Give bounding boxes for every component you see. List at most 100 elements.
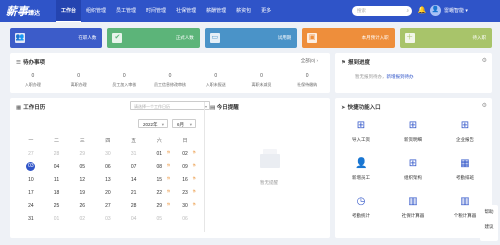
todo-all-link[interactable]: 全部(0) › xyxy=(301,58,318,64)
id-card-icon: ▭ xyxy=(209,33,220,43)
suggest-button[interactable]: 建议 xyxy=(480,224,498,230)
calendar-day[interactable]: 31 xyxy=(18,216,44,222)
stat-card[interactable]: ＋ 待入职 xyxy=(399,28,493,48)
stat-card[interactable]: 👥 在职人数 xyxy=(10,28,103,48)
calendar-day[interactable]: 21 xyxy=(121,190,147,196)
gear-icon[interactable]: ⚙ xyxy=(482,57,487,64)
day-number: 31 xyxy=(130,150,137,157)
quick-entry-label: 组织架构 xyxy=(404,175,422,180)
calendar-day[interactable]: 08 休 xyxy=(146,162,172,170)
calendar-day[interactable]: 09 休 xyxy=(172,163,198,170)
rest-day-badge: 休 xyxy=(167,162,171,167)
quick-entry-item[interactable]: ⊞ 导入工资 xyxy=(335,116,387,154)
quick-entry-item[interactable]: ⊞ 企业报告 xyxy=(439,116,491,154)
calendar-day[interactable]: 31 xyxy=(121,151,147,157)
calendar-day[interactable]: 01 休 xyxy=(146,150,172,157)
nav-item[interactable]: 工作台 xyxy=(56,0,82,22)
calendar-day[interactable]: 17 xyxy=(18,190,44,196)
calendar-day[interactable]: 28 xyxy=(121,203,147,209)
calendar-day[interactable]: 06 xyxy=(95,164,121,170)
calendar-day[interactable]: 03 xyxy=(95,216,121,222)
calendar-day[interactable]: 02 xyxy=(69,216,95,222)
calendar-day[interactable]: 23 休 xyxy=(172,189,198,196)
help-button[interactable]: 帮助 xyxy=(480,209,498,215)
calendar-day[interactable]: 04 xyxy=(44,164,70,170)
quick-entry-item[interactable]: 👤 新增员工 xyxy=(335,154,387,192)
todo-item[interactable]: 0 员工加入审核 xyxy=(101,73,147,88)
calendar-day[interactable]: 29 休 xyxy=(146,202,172,209)
calendar-day[interactable]: 11 xyxy=(44,177,70,183)
logo[interactable]: 薪事臻达 xyxy=(6,3,52,19)
todo-item[interactable]: 0 入职办理 xyxy=(10,73,56,88)
year-select[interactable]: 2022年 ▾ xyxy=(138,119,168,128)
calendar-day[interactable]: 01 xyxy=(44,216,70,222)
calendar-day[interactable]: 18 xyxy=(44,190,70,196)
nav-item[interactable]: 更多 xyxy=(256,0,276,22)
day-number: 01 xyxy=(156,150,163,157)
nav-item[interactable]: 社保管理 xyxy=(171,0,201,22)
calendar-day[interactable]: 27 xyxy=(95,203,121,209)
calendar-day[interactable]: 14 xyxy=(121,177,147,183)
nav-item[interactable]: 时间管理 xyxy=(141,0,171,22)
todo-item[interactable]: 0 离职未减员 xyxy=(239,73,285,88)
calendar-day[interactable]: 25 xyxy=(44,203,70,209)
nav-item[interactable]: 组织管理 xyxy=(81,0,111,22)
calendar-day[interactable]: 07 xyxy=(121,164,147,170)
month-select[interactable]: 6月 ▾ xyxy=(172,119,196,128)
add-onboard-link[interactable]: 新增报到待办 xyxy=(387,74,414,79)
todo-item[interactable]: 0 入职未报送 xyxy=(193,73,239,88)
quick-entry-item[interactable]: ▥ 社保计算器 xyxy=(387,192,439,230)
calendar-week: 17 18 19 20 21 22 休 23 休 xyxy=(18,186,198,199)
calendar-day[interactable]: 19 xyxy=(69,190,95,196)
main-nav: 工作台 组织管理 员工管理 时间管理 社保管理 薪酬管理 薪资包 更多 xyxy=(56,0,276,22)
nav-item[interactable]: 薪酬管理 xyxy=(201,0,231,22)
quick-entry-label: 社保计算器 xyxy=(401,213,425,218)
chevron-down-icon: ▾ xyxy=(189,122,192,127)
search-input[interactable]: 搜索 ⌕ xyxy=(352,6,412,16)
calendar-day[interactable]: 30 休 xyxy=(172,202,198,209)
calendar-day[interactable]: 24 xyxy=(18,203,44,209)
gear-icon[interactable]: ⚙ xyxy=(482,102,487,109)
calendar-day[interactable]: 30 xyxy=(95,151,121,157)
calendar-day[interactable]: 13 xyxy=(95,177,121,183)
calendar-day[interactable]: 02 休 xyxy=(172,150,198,157)
nav-item[interactable]: 薪资包 xyxy=(231,0,256,22)
calendar-day[interactable]: 04 xyxy=(121,216,147,222)
calendar-day[interactable]: 28 xyxy=(44,151,70,157)
calculator-icon: ▥ xyxy=(460,196,470,207)
calendar-day[interactable]: 27 xyxy=(18,151,44,157)
stat-card[interactable]: ✔ 正式人数 xyxy=(107,28,200,48)
rest-day-badge: 休 xyxy=(167,175,171,180)
calendar-select[interactable]: 请选择一个工作日历 ▾ xyxy=(130,101,210,110)
quick-entry-item[interactable]: ⊞ 新资明细 xyxy=(387,116,439,154)
calendar-day[interactable]: 12 xyxy=(69,177,95,183)
calendar-day[interactable]: 05 xyxy=(146,216,172,222)
calendar-day[interactable]: 16 休 xyxy=(172,176,198,183)
calendar-day[interactable]: 26 xyxy=(69,203,95,209)
todo-item[interactable]: 0 员工信息修改审核 xyxy=(147,73,193,88)
quick-entry-item[interactable]: ▦ 考勤排班 xyxy=(439,154,491,192)
user-menu[interactable]: 雷蛾智能 ▾ xyxy=(444,0,468,22)
bell-icon[interactable]: 🔔 xyxy=(417,6,427,16)
calendar-day[interactable]: 03 xyxy=(18,162,44,171)
calendar-day[interactable]: 29 xyxy=(69,151,95,157)
day-number: 29 xyxy=(79,150,85,157)
todo-item[interactable]: 0 离职办理 xyxy=(56,73,102,88)
stat-card[interactable]: ▭ 试用期 xyxy=(204,28,298,48)
nav-item[interactable]: 员工管理 xyxy=(111,0,141,22)
avatar[interactable]: 👤 xyxy=(430,5,441,16)
calendar-day[interactable]: 22 休 xyxy=(146,188,172,196)
quick-entry-item[interactable]: ◷ 考勤统计 xyxy=(335,192,387,230)
stat-card[interactable]: ▣ 本月预计入职 xyxy=(302,28,395,48)
calendar-day[interactable]: 20 xyxy=(95,190,121,196)
todo-count: 0 xyxy=(214,73,218,79)
day-number: 14 xyxy=(130,176,137,183)
day-number: 15 xyxy=(156,176,163,183)
calendar-day[interactable]: 10 xyxy=(18,177,44,183)
calendar-day[interactable]: 06 xyxy=(172,216,198,222)
calendar-day[interactable]: 15 休 xyxy=(146,175,172,183)
quick-entry-item[interactable]: ⊞ 组织架构 xyxy=(387,154,439,192)
rest-day-badge: 休 xyxy=(167,188,171,193)
calendar-day[interactable]: 05 xyxy=(69,164,95,170)
todo-item[interactable]: 0 社保待缴纳 xyxy=(284,73,330,88)
